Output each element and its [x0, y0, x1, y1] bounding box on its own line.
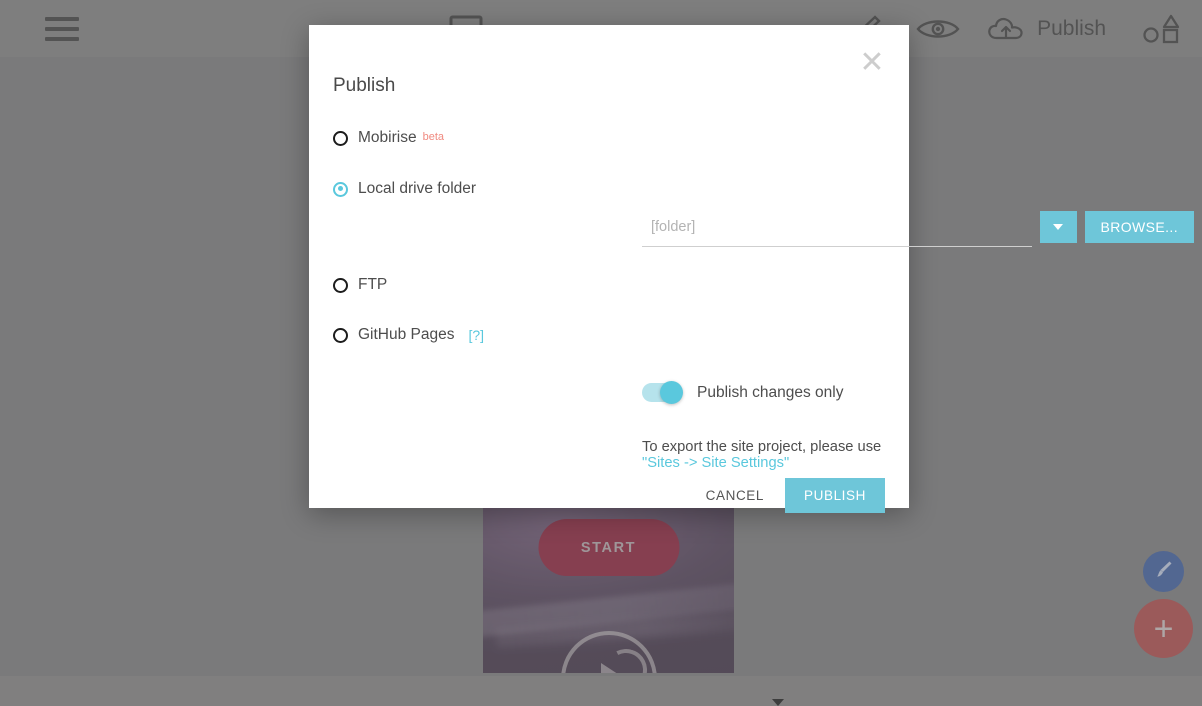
radio-ftp-indicator[interactable]	[333, 277, 348, 293]
radio-mobirise-indicator[interactable]	[333, 130, 348, 146]
radio-ftp-label: FTP	[358, 276, 388, 293]
radio-option-local-drive-folder[interactable]: Local drive folder	[333, 180, 476, 198]
toggle-knob	[660, 381, 683, 404]
cancel-button[interactable]: CANCEL	[702, 482, 768, 509]
publish-changes-only-row[interactable]: Publish changes only	[642, 381, 844, 404]
export-note: To export the site project, please use "…	[642, 439, 909, 471]
chevron-down-icon[interactable]	[772, 699, 784, 706]
radio-option-ftp[interactable]: FTP	[333, 276, 387, 294]
close-icon[interactable]: ✕	[852, 43, 892, 83]
export-note-text: To export the site project, please use	[642, 439, 882, 455]
browse-button[interactable]: BROWSE...	[1084, 211, 1194, 243]
radio-mobirise-label: Mobirise	[358, 129, 417, 146]
publish-button[interactable]: PUBLISH	[785, 478, 885, 513]
publish-changes-only-toggle[interactable]	[642, 381, 683, 404]
github-pages-help-link[interactable]: [?]	[469, 327, 485, 343]
publish-dialog: Publish ✕ Mobirise beta Local drive fold…	[309, 25, 1194, 513]
folder-input-wrapper	[642, 211, 1032, 247]
dialog-title: Publish	[333, 75, 396, 96]
folder-selection-row: BROWSE...	[642, 211, 1194, 247]
radio-local-drive-folder-indicator[interactable]	[333, 181, 348, 197]
dialog-footer: CANCEL PUBLISH	[702, 478, 885, 513]
beta-badge: beta	[422, 131, 444, 143]
chevron-down-icon	[1053, 224, 1063, 230]
radio-github-pages-indicator[interactable]	[333, 327, 348, 343]
radio-local-drive-folder-label: Local drive folder	[358, 180, 477, 197]
site-settings-link[interactable]: "Sites -> Site Settings"	[642, 455, 789, 471]
radio-option-mobirise[interactable]: Mobirise beta	[333, 129, 444, 147]
publish-changes-only-label: Publish changes only	[697, 383, 844, 401]
radio-github-pages-label: GitHub Pages	[358, 326, 455, 343]
folder-history-dropdown-button[interactable]	[1039, 211, 1077, 243]
radio-option-github-pages[interactable]: GitHub Pages [?]	[333, 326, 484, 344]
folder-input[interactable]	[642, 218, 1032, 239]
